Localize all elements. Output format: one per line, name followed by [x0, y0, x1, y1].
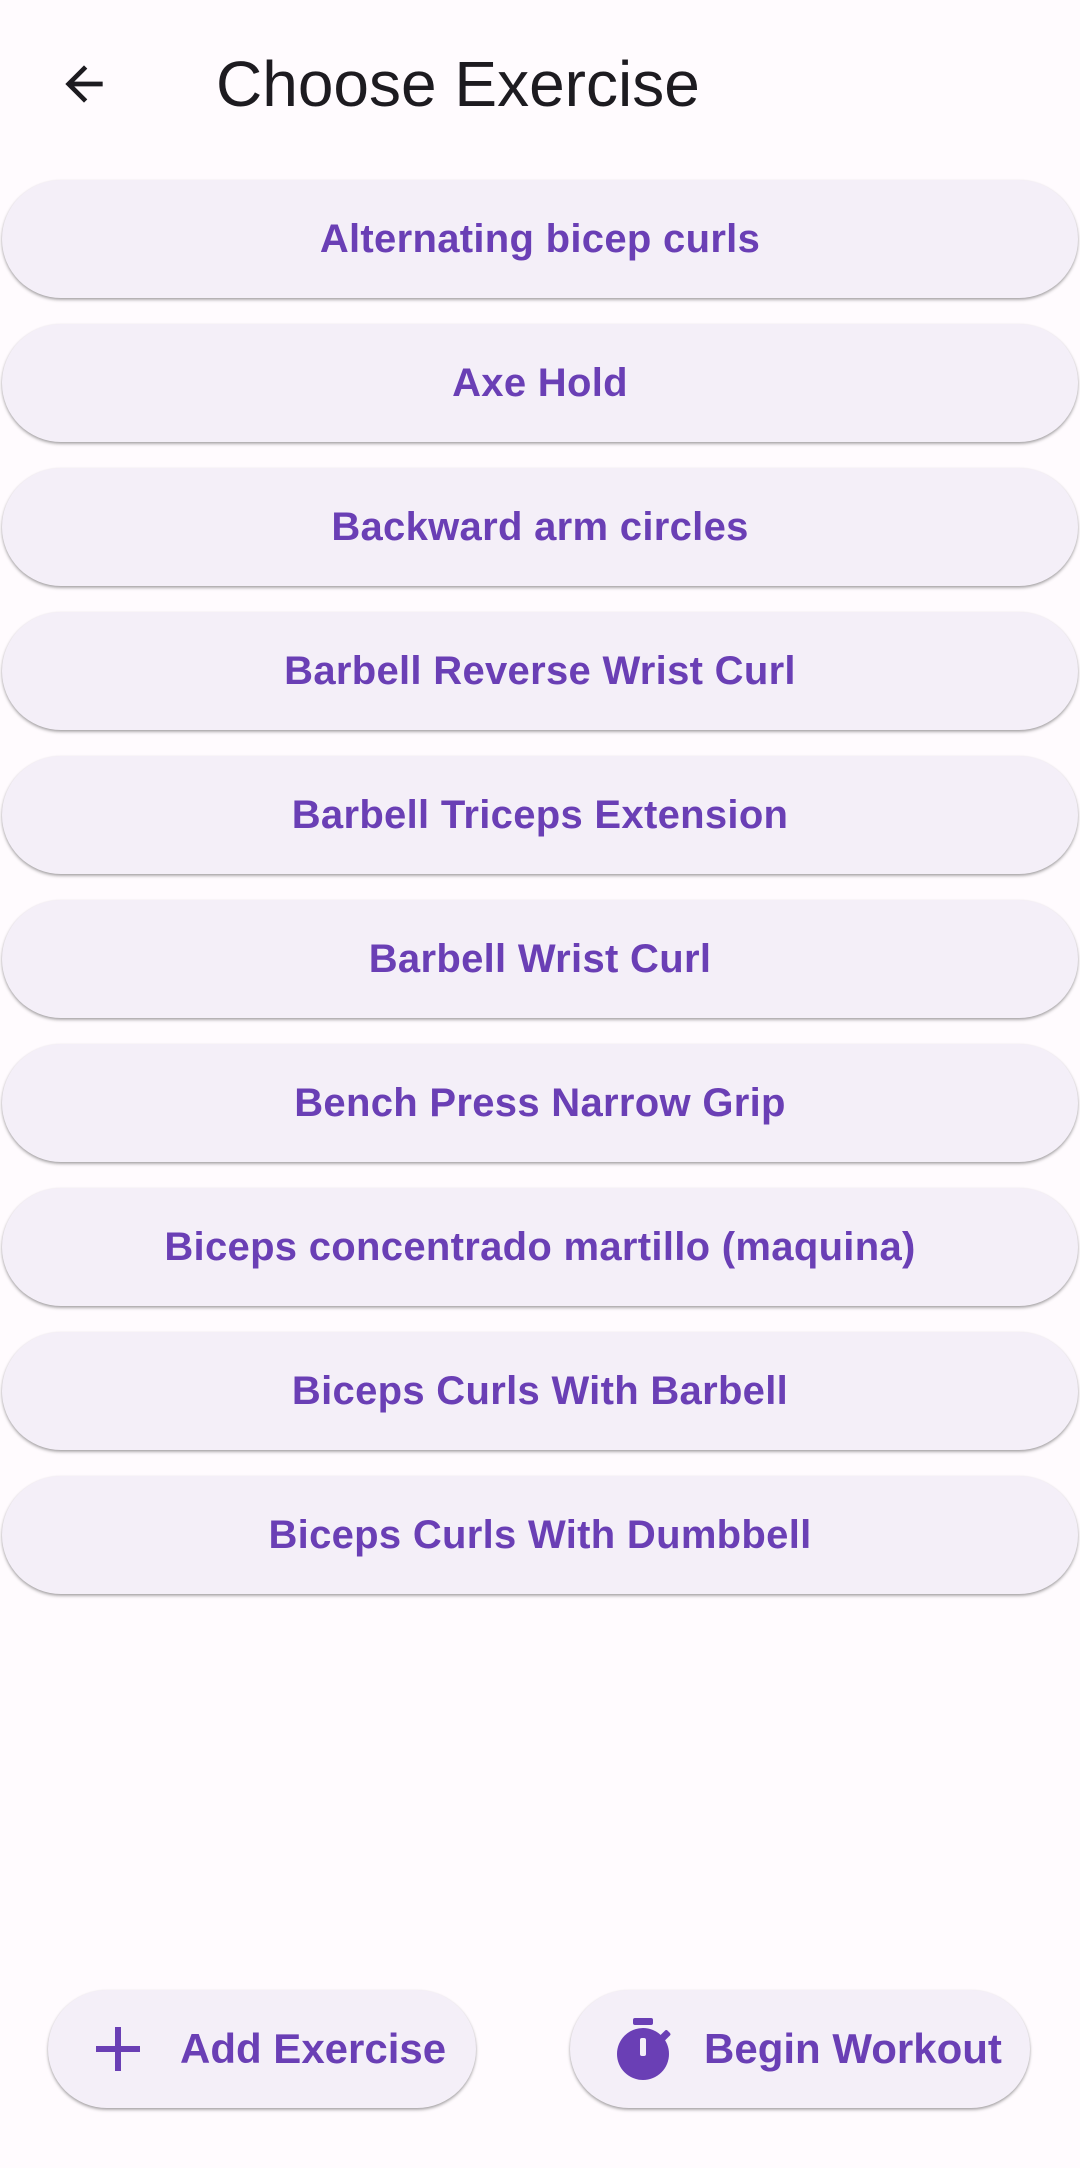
exercise-button[interactable]: Alternating bicep curls	[2, 180, 1078, 298]
stopwatch-icon	[612, 2016, 674, 2082]
exercise-button[interactable]: Axe Hold	[2, 324, 1078, 442]
exercise-button[interactable]: Biceps Curls With Barbell	[2, 1332, 1078, 1450]
exercise-button[interactable]: Barbell Reverse Wrist Curl	[2, 612, 1078, 730]
add-exercise-label: Add Exercise	[180, 2025, 447, 2072]
plus-icon	[92, 2023, 144, 2075]
begin-workout-button[interactable]: Begin Workout	[570, 1990, 1030, 2108]
arrow-back-icon	[65, 65, 103, 103]
back-button[interactable]	[38, 38, 130, 130]
app-bar: Choose Exercise	[0, 0, 1080, 168]
page-title: Choose Exercise	[216, 48, 700, 120]
begin-workout-label: Begin Workout	[704, 2025, 1002, 2072]
exercise-button[interactable]: Bench Press Narrow Grip	[2, 1044, 1078, 1162]
exercise-button[interactable]: Barbell Triceps Extension	[2, 756, 1078, 874]
exercise-button[interactable]: Barbell Wrist Curl	[2, 900, 1078, 1018]
exercise-button[interactable]: Biceps concentrado martillo (maquina)	[2, 1188, 1078, 1306]
add-exercise-button[interactable]: Add Exercise	[48, 1990, 476, 2108]
exercise-button[interactable]: Biceps Curls With Dumbbell	[2, 1476, 1078, 1594]
exercise-button[interactable]: Backward arm circles	[2, 468, 1078, 586]
